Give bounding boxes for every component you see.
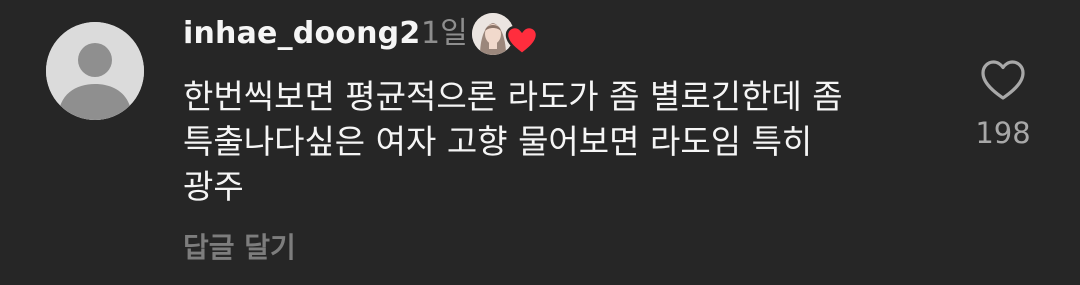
reply-button[interactable]: 답글 달기 [183,229,296,267]
timestamp: 1일 [421,16,468,51]
default-avatar-icon [46,22,144,120]
username[interactable]: inhae_doong2 [183,14,420,54]
like-count: 198 [975,116,1031,150]
avatar[interactable] [46,22,144,120]
heart-outline-icon[interactable] [980,59,1026,101]
comment-item: inhae_doong2 1일 한번씩보면 평균적으론 라도가 좀 별로긴한데 … [0,0,1080,285]
comment-text: 한번씩보면 평균적으론 라도가 좀 별로긴한데 좀 특출나다싶은 여자 고향 물… [183,77,843,206]
heart-icon [505,25,539,55]
